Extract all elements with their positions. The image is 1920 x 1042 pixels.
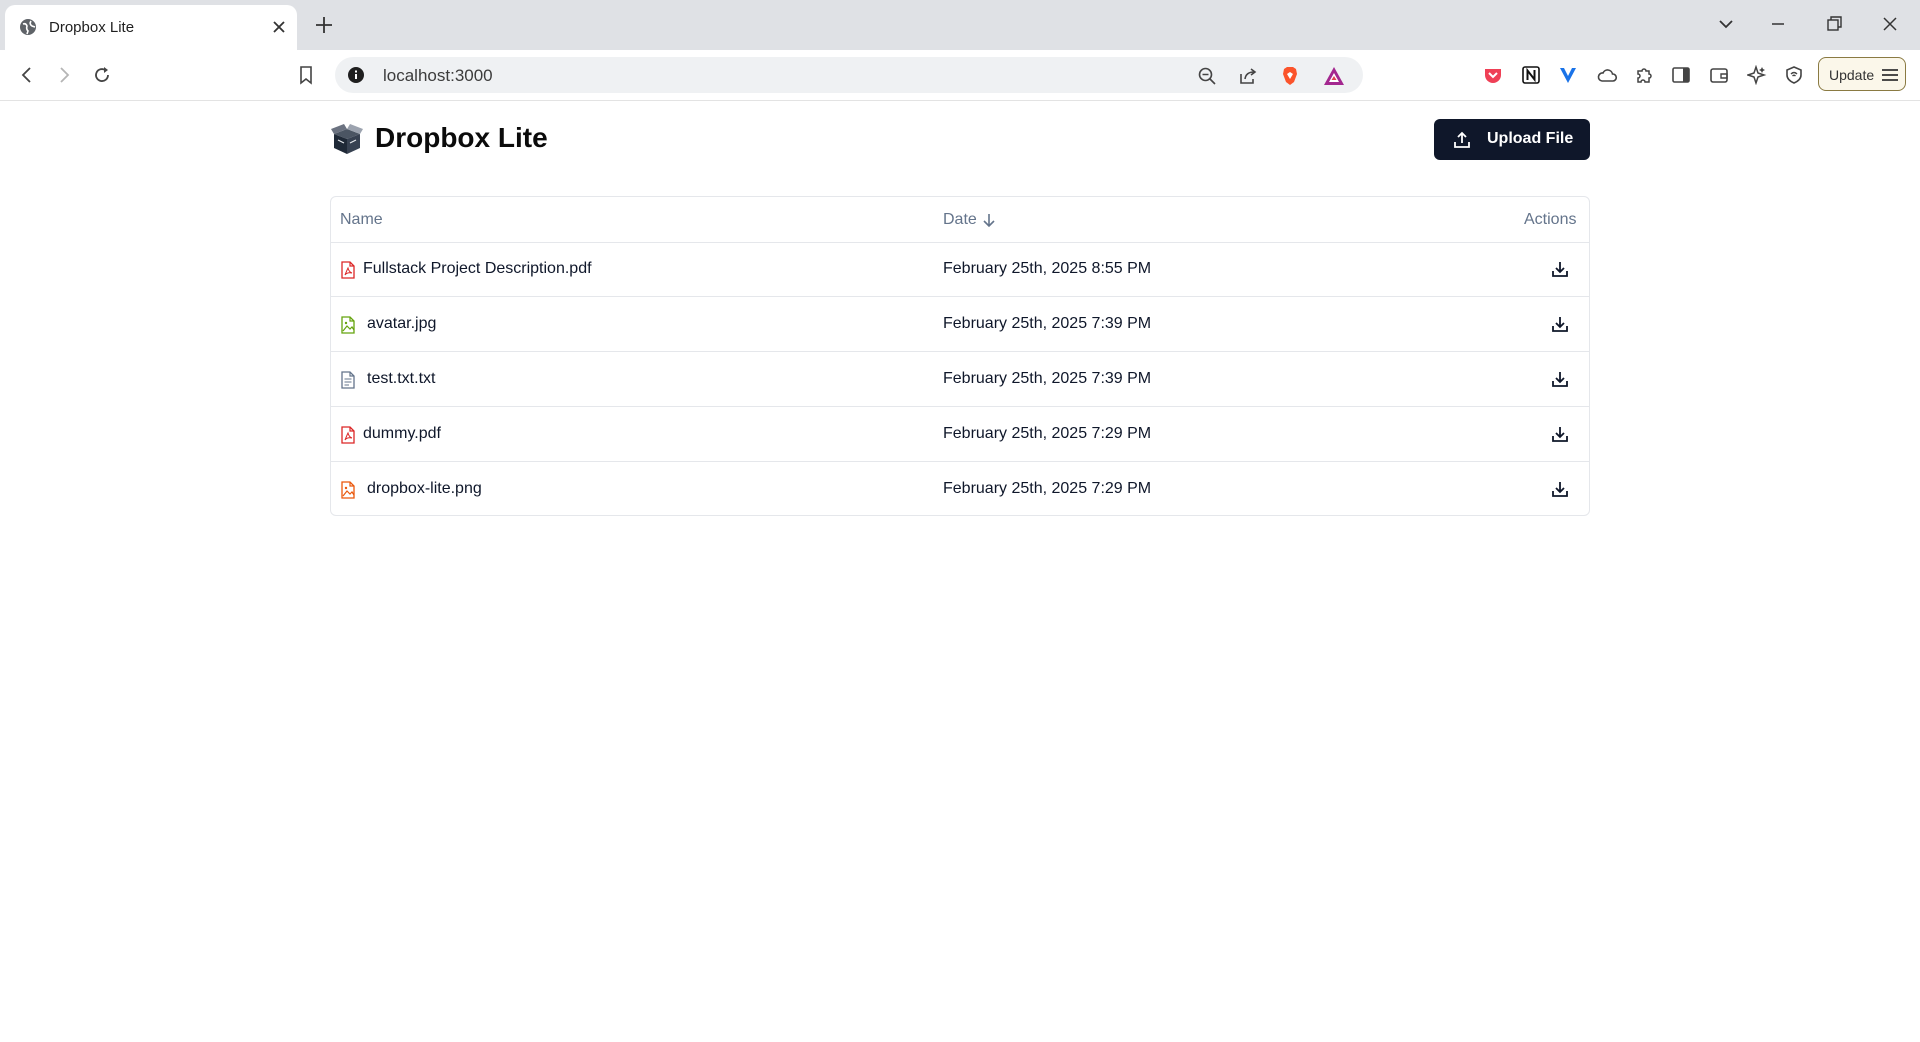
download-icon[interactable] <box>1550 314 1570 334</box>
column-header-actions: Actions <box>1524 211 1577 228</box>
image-file-icon <box>340 481 356 499</box>
restore-icon[interactable] <box>1824 14 1844 34</box>
file-date: February 25th, 2025 7:29 PM <box>943 425 1152 442</box>
site-info-icon[interactable] <box>347 66 365 84</box>
download-icon[interactable] <box>1550 479 1570 499</box>
table-header: Name Date Actions <box>331 197 1589 243</box>
window-close-icon[interactable] <box>1880 14 1900 34</box>
pdf-file-icon <box>340 426 356 444</box>
url-text: localhost:3000 <box>383 66 493 85</box>
open-box-icon <box>330 120 364 156</box>
file-name-link[interactable]: dropbox-lite.png <box>367 480 482 498</box>
back-icon[interactable] <box>17 65 37 85</box>
table-row: Fullstack Project Description.pdf Februa… <box>331 242 1589 297</box>
table-row: test.txt.txt February 25th, 2025 7:39 PM <box>331 352 1589 407</box>
image-file-icon <box>340 316 356 334</box>
tab-search-chevron-icon[interactable] <box>1716 14 1736 34</box>
cloud-icon[interactable] <box>1596 65 1618 85</box>
text-file-icon <box>340 371 356 389</box>
share-icon[interactable] <box>1238 66 1258 86</box>
files-table: Name Date Actions Fullstack Project Desc… <box>330 196 1590 516</box>
hamburger-menu-icon <box>1881 67 1899 83</box>
arrow-down-icon[interactable] <box>982 212 996 228</box>
notion-icon[interactable] <box>1521 65 1541 85</box>
file-date: February 25th, 2025 8:55 PM <box>943 260 1152 277</box>
sidebar-toggle-icon[interactable] <box>1671 65 1691 85</box>
brave-shields-icon[interactable] <box>1280 66 1300 86</box>
extensions-puzzle-icon[interactable] <box>1634 65 1654 85</box>
upload-icon <box>1452 130 1472 150</box>
zoom-out-icon[interactable] <box>1197 66 1217 86</box>
bookmark-icon[interactable] <box>296 65 316 85</box>
column-header-date[interactable]: Date <box>943 211 977 229</box>
file-name-link[interactable]: dummy.pdf <box>363 425 441 443</box>
app-header: Dropbox Lite Upload File <box>330 115 1590 165</box>
file-date: February 25th, 2025 7:29 PM <box>943 480 1152 497</box>
pdf-file-icon <box>340 261 356 279</box>
globe-icon <box>19 18 37 36</box>
download-icon[interactable] <box>1550 259 1570 279</box>
browser-tab[interactable]: Dropbox Lite <box>5 5 297 50</box>
new-tab-icon[interactable] <box>313 14 335 36</box>
reload-icon[interactable] <box>92 65 112 85</box>
download-icon[interactable] <box>1550 369 1570 389</box>
table-row: dummy.pdf February 25th, 2025 7:29 PM <box>331 407 1589 462</box>
tab-title: Dropbox Lite <box>49 19 135 36</box>
file-name-link[interactable]: test.txt.txt <box>367 370 435 388</box>
update-label: Update <box>1829 67 1875 83</box>
vercel-ext-icon[interactable] <box>1558 65 1578 85</box>
brave-rewards-icon[interactable] <box>1323 66 1345 86</box>
upload-file-label: Upload File <box>1487 130 1574 147</box>
table-row: dropbox-lite.png February 25th, 2025 7:2… <box>331 462 1589 517</box>
leo-ai-icon[interactable] <box>1747 65 1767 85</box>
wallet-icon[interactable] <box>1709 65 1729 85</box>
upload-file-button[interactable]: Upload File <box>1434 119 1590 160</box>
page-title: Dropbox Lite <box>375 122 548 153</box>
browser-tab-bar: Dropbox Lite <box>0 0 1920 50</box>
tab-close-icon[interactable] <box>271 19 287 35</box>
file-name-link[interactable]: Fullstack Project Description.pdf <box>363 260 592 278</box>
table-row: avatar.jpg February 25th, 2025 7:39 PM <box>331 297 1589 352</box>
browser-toolbar: localhost:3000 Update <box>0 50 1920 101</box>
pocket-icon[interactable] <box>1483 65 1503 85</box>
file-date: February 25th, 2025 7:39 PM <box>943 370 1152 387</box>
update-button[interactable]: Update <box>1818 57 1906 91</box>
file-name-link[interactable]: avatar.jpg <box>367 315 436 333</box>
download-icon[interactable] <box>1550 424 1570 444</box>
forward-icon[interactable] <box>54 65 74 85</box>
address-bar[interactable]: localhost:3000 <box>335 57 1363 93</box>
column-header-name[interactable]: Name <box>340 211 383 229</box>
minimize-icon[interactable] <box>1768 14 1788 34</box>
file-date: February 25th, 2025 7:39 PM <box>943 315 1152 332</box>
vpn-shield-icon[interactable] <box>1784 65 1804 85</box>
